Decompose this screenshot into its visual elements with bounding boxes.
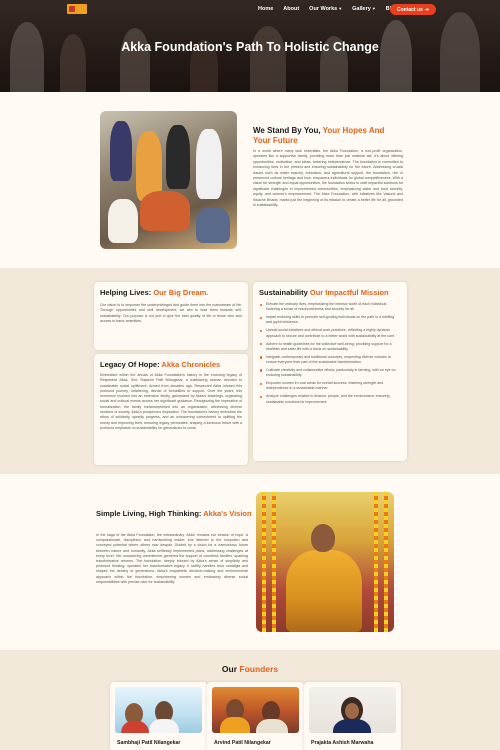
chevron-down-icon: ▼ xyxy=(371,6,376,11)
stand-title-plain: We Stand By You, xyxy=(253,126,323,135)
legacy-body: Embedded within the annals of Akka Found… xyxy=(100,373,242,430)
founder-photo xyxy=(115,687,202,733)
nav-link-our-works[interactable]: Our Works▼ xyxy=(309,6,342,12)
founder-card[interactable]: Arvind Patil Nilangekar xyxy=(207,682,304,750)
founders-title: Our Founders xyxy=(0,664,500,674)
chevron-down-icon: ▼ xyxy=(338,6,343,11)
vision-body: In the saga of the Akka Foundation, the … xyxy=(96,533,248,584)
akka-foundation-logo[interactable] xyxy=(67,4,87,14)
legacy-title: Legacy Of Hope: Akka Chronicles xyxy=(100,360,242,369)
hero-title: Akka Foundation's Path To Holistic Chang… xyxy=(121,40,379,54)
helping-lives-title: Helping Lives: Our Big Dream. xyxy=(100,288,242,297)
stand-by-you-title: We Stand By You, Your Hopes And Your Fut… xyxy=(253,126,403,146)
akka-portrait-photo xyxy=(256,492,394,632)
contact-us-label: Contact us xyxy=(396,6,423,13)
founders-section: Our Founders Sambhaji Patil Nilangekar A… xyxy=(0,650,500,750)
stand-by-you-section: We Stand By You, Your Hopes And Your Fut… xyxy=(0,92,500,268)
sustainability-title: Sustainability Our Impactful Mission xyxy=(259,288,401,297)
founder-card[interactable]: Prajakta Ashish Marwaha xyxy=(304,682,401,750)
hero-banner: Home About Our Works▼ Gallery▼ Blogs Con… xyxy=(0,0,500,92)
nav-link-our-works-label: Our Works xyxy=(309,6,338,12)
helping-title-plain: Helping Lives: xyxy=(100,288,154,297)
legacy-title-highlight: Akka Chronicles xyxy=(161,360,221,369)
founders-title-plain: Our xyxy=(221,664,240,674)
helping-lives-card: Helping Lives: Our Big Dream. Our vision… xyxy=(94,282,248,350)
legacy-title-plain: Legacy Of Hope: xyxy=(100,360,162,369)
mission-section: Helping Lives: Our Big Dream. Our vision… xyxy=(0,268,500,474)
founder-name: Sambhaji Patil Nilangekar xyxy=(117,740,181,746)
nav-link-gallery-label: Gallery xyxy=(352,6,371,12)
vision-title-plain: Simple Living, High Thinking: xyxy=(96,509,204,518)
nav-link-gallery[interactable]: Gallery▼ xyxy=(352,6,376,12)
founder-card[interactable]: Sambhaji Patil Nilangekar xyxy=(110,682,207,750)
vision-title: Simple Living, High Thinking: Akka's Vis… xyxy=(96,509,256,519)
founder-photo xyxy=(212,687,299,733)
contact-us-button[interactable]: Contact us ➔ xyxy=(390,4,436,15)
helping-lives-body: Our vision is to empower the underprivil… xyxy=(100,303,242,323)
top-navigation: Home About Our Works▼ Gallery▼ Blogs Con… xyxy=(0,3,500,15)
community-event-photo xyxy=(100,111,237,249)
sustainability-title-highlight: Our Impactful Mission xyxy=(309,288,389,297)
founders-title-highlight: Founders xyxy=(239,664,279,674)
sustainability-list: Elevate the ordinary lives, emphasizing … xyxy=(259,302,401,405)
arrow-right-icon: ➔ xyxy=(424,6,430,13)
sustainability-title-plain: Sustainability xyxy=(259,288,310,297)
list-item: Elevate the ordinary lives, emphasizing … xyxy=(259,302,401,313)
nav-link-home[interactable]: Home xyxy=(258,6,273,12)
stand-by-you-body: In a world where many lack essentials, t… xyxy=(253,149,403,208)
nav-links: Home About Our Works▼ Gallery▼ Blogs xyxy=(258,3,401,15)
founder-name: Arvind Patil Nilangekar xyxy=(214,740,271,746)
vision-section: Simple Living, High Thinking: Akka's Vis… xyxy=(0,474,500,650)
list-item: Impart enduring skills to promote self-g… xyxy=(259,315,401,326)
list-item: Uphold social initiatives and ethical wo… xyxy=(259,328,401,339)
sustainability-card: Sustainability Our Impactful Mission Ele… xyxy=(253,282,407,461)
list-item: Analyze challenges relative to finance, … xyxy=(259,394,401,405)
list-item: Adhere to health guidelines for the coll… xyxy=(259,342,401,353)
helping-title-highlight: Our Big Dream. xyxy=(153,288,209,297)
founder-name: Prajakta Ashish Marwaha xyxy=(311,740,374,746)
list-item: Integrate contemporary and traditional c… xyxy=(259,355,401,366)
list-item: Empower women in rural areas for overall… xyxy=(259,381,401,392)
legacy-of-hope-card: Legacy Of Hope: Akka Chronicles Embedded… xyxy=(94,354,248,465)
nav-link-about[interactable]: About xyxy=(283,6,299,12)
founder-photo xyxy=(309,687,396,733)
vision-title-highlight: Akka's Vision xyxy=(203,509,252,518)
list-item: Cultivate creativity and collaborative e… xyxy=(259,368,401,379)
